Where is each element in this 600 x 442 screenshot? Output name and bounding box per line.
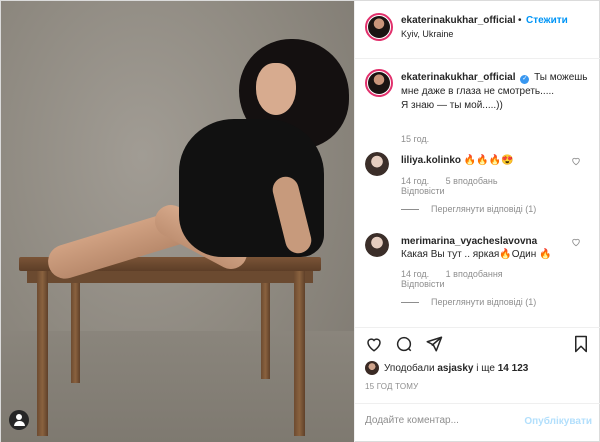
table-leg <box>37 271 48 436</box>
instagram-post: ekaterinakukhar_official • Стежити Kyiv,… <box>0 0 600 442</box>
table-leg <box>71 283 80 383</box>
comment-time[interactable]: 14 год. <box>401 269 429 279</box>
caption-time[interactable]: 15 год. <box>401 134 429 144</box>
likes-count[interactable]: 14 123 <box>498 363 529 374</box>
caption-line-2: Я знаю — ты мой.....)) <box>401 100 503 111</box>
comment-icon[interactable] <box>395 335 413 353</box>
view-replies-label[interactable]: Переглянути відповіді (1) <box>431 204 536 214</box>
likes-summary: Уподобали asjasky і ще 14 123 <box>365 361 528 375</box>
commenter-avatar[interactable] <box>365 233 389 257</box>
replies-divider <box>401 208 419 210</box>
view-replies-button[interactable]: Переглянути відповіді (1) <box>401 297 536 307</box>
follow-button[interactable]: Стежити <box>526 15 568 26</box>
bookmark-icon[interactable] <box>573 335 589 353</box>
post-photo[interactable] <box>1 1 354 442</box>
comment-body: Какая Вы тут .. яркая🔥Один 🔥 <box>401 249 552 260</box>
comment-text: liliya.kolinko 🔥🔥🔥😍 <box>401 154 573 167</box>
comment-likes[interactable]: 5 вподобань <box>446 176 498 186</box>
table-leg <box>294 271 305 436</box>
likes-prefix: Уподобали <box>384 362 435 374</box>
post-side-panel: ekaterinakukhar_official • Стежити Kyiv,… <box>354 1 600 442</box>
likes-middle: і ще <box>476 362 495 374</box>
add-comment-bar: Опублікувати <box>355 403 600 442</box>
user-tag-icon[interactable] <box>9 410 29 430</box>
comment-body: 🔥🔥🔥😍 <box>463 155 514 166</box>
post-time-ago[interactable]: 15 ГОД ТОМУ <box>365 382 418 391</box>
heart-icon[interactable] <box>571 156 581 166</box>
heart-icon[interactable] <box>365 335 383 353</box>
comment-text: merimarina_vyacheslavovna Какая Вы тут .… <box>401 235 573 261</box>
liker-username[interactable]: asjasky <box>437 363 473 374</box>
post-header: ekaterinakukhar_official • Стежити Kyiv,… <box>355 1 600 59</box>
comment-time[interactable]: 14 год. <box>401 176 429 186</box>
comment-meta: 14 год. 1 вподобання Відповісти <box>401 269 503 289</box>
verified-badge-icon: ✓ <box>520 75 530 84</box>
commenter-username[interactable]: merimarina_vyacheslavovna <box>401 236 537 247</box>
action-bar <box>355 327 600 357</box>
reply-button[interactable]: Відповісти <box>401 186 445 196</box>
author-username[interactable]: ekaterinakukhar_official <box>401 15 516 26</box>
table-leg <box>261 283 270 379</box>
share-icon[interactable] <box>425 335 443 353</box>
separator-dot: • <box>518 15 522 26</box>
reply-button[interactable]: Відповісти <box>401 279 445 289</box>
view-replies-label[interactable]: Переглянути відповіді (1) <box>431 297 536 307</box>
caption-username[interactable]: ekaterinakukhar_official <box>401 72 516 83</box>
caption-author-avatar[interactable] <box>365 69 393 97</box>
comment-input[interactable] <box>365 415 515 426</box>
heart-icon[interactable] <box>571 237 581 247</box>
comment-meta: 14 год. 5 вподобань Відповісти <box>401 176 498 196</box>
liker-avatar[interactable] <box>365 361 379 375</box>
commenter-avatar[interactable] <box>365 152 389 176</box>
model-face <box>256 63 296 115</box>
location-link[interactable]: Kyiv, Ukraine <box>401 29 453 39</box>
view-replies-button[interactable]: Переглянути відповіді (1) <box>401 204 536 214</box>
commenter-username[interactable]: liliya.kolinko <box>401 155 461 166</box>
replies-divider <box>401 301 419 303</box>
comment-likes[interactable]: 1 вподобання <box>446 269 503 279</box>
post-caption: ekaterinakukhar_official ✓ Ты можешь мне… <box>401 71 591 113</box>
author-avatar[interactable] <box>365 13 393 41</box>
comments-list[interactable]: ekaterinakukhar_official ✓ Ты можешь мне… <box>355 59 600 327</box>
publish-button[interactable]: Опублікувати <box>524 416 592 427</box>
